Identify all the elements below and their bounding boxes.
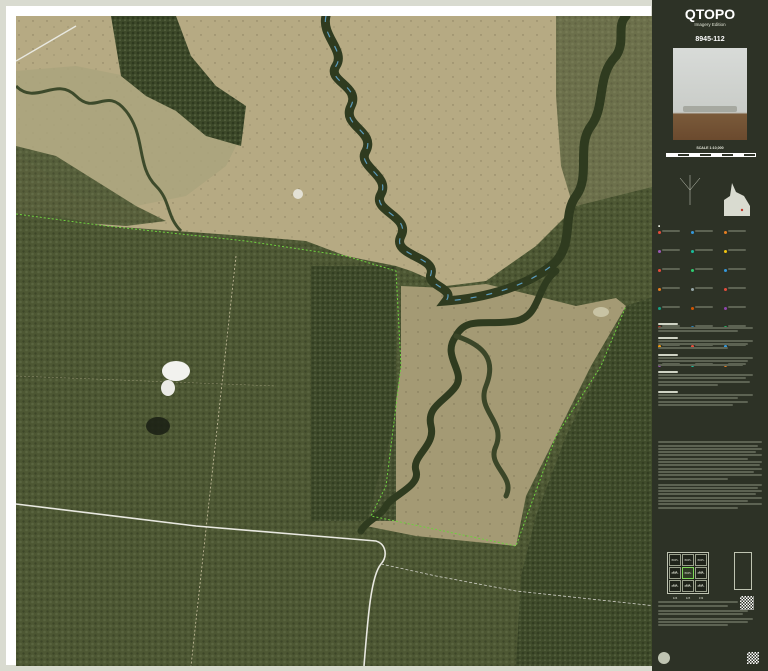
index-sheet[interactable]: 8945-124 bbox=[669, 580, 681, 600]
scale-bar bbox=[666, 153, 756, 157]
cloud-small bbox=[293, 189, 303, 199]
index-sheet[interactable]: 8945-122 bbox=[695, 554, 707, 574]
disclaimer-text bbox=[658, 440, 762, 510]
qr-code-icon[interactable] bbox=[740, 596, 754, 610]
forest-column bbox=[311, 266, 396, 521]
fold-diagram bbox=[734, 552, 752, 590]
cloud bbox=[161, 380, 175, 396]
dam bbox=[593, 307, 609, 317]
index-sheet[interactable]: 8945-114 bbox=[669, 554, 681, 574]
north-arrow-diagram bbox=[670, 170, 710, 210]
government-logo-icon bbox=[658, 652, 670, 664]
index-sheet[interactable]: 8945-123 bbox=[682, 580, 694, 600]
north-east-woodland bbox=[556, 16, 656, 216]
map-sheet: QTOPO Imagery Edition 8945-112 SCALE 1:1… bbox=[0, 0, 768, 671]
cover-photo bbox=[673, 48, 747, 140]
map-frame bbox=[6, 6, 656, 666]
index-sheet[interactable]: 8945-121 bbox=[682, 554, 694, 574]
map-imagery[interactable] bbox=[16, 16, 656, 666]
legend-heading: ▪ bbox=[658, 224, 661, 228]
adjoining-sheets-index: 8945-114 8945-121 8945-122 8945-111 8945… bbox=[667, 552, 709, 600]
map-number: 8945-112 bbox=[695, 36, 725, 43]
product-subtitle: Imagery Edition bbox=[694, 22, 726, 27]
cloud-shadow bbox=[146, 417, 170, 435]
cloud bbox=[162, 361, 190, 381]
scale-text: SCALE 1:10,000 bbox=[696, 146, 724, 150]
satellite-map bbox=[16, 16, 656, 666]
index-sheet-current[interactable]: 8945-112 bbox=[682, 567, 694, 587]
index-sheet[interactable]: 8945-113 bbox=[695, 567, 707, 587]
product-title: QTOPO bbox=[684, 6, 736, 22]
legend-relief bbox=[658, 322, 762, 407]
index-sheet[interactable]: 8945-132 bbox=[695, 580, 707, 600]
queensland-locality-map bbox=[722, 182, 752, 217]
index-sheet[interactable]: 8945-111 bbox=[669, 567, 681, 587]
qr-code-icon[interactable] bbox=[747, 652, 759, 664]
